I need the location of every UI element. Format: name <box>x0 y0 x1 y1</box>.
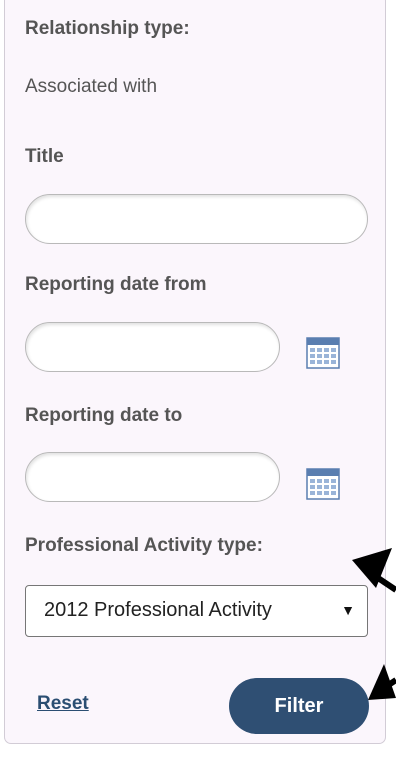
reset-link[interactable]: Reset <box>37 693 89 715</box>
reporting-date-from-input[interactable] <box>25 322 280 372</box>
professional-activity-type-select[interactable]: 2012 Professional Activity ▼ <box>25 585 368 637</box>
calendar-icon[interactable] <box>305 466 341 502</box>
title-input[interactable] <box>25 194 368 244</box>
filter-button[interactable]: Filter <box>229 678 369 734</box>
selected-activity-type: 2012 Professional Activity <box>44 599 272 621</box>
professional-activity-type-label: Professional Activity type: <box>25 535 263 556</box>
reporting-date-from-label: Reporting date from <box>25 274 207 295</box>
calendar-icon[interactable] <box>305 335 341 371</box>
reporting-date-to-label: Reporting date to <box>25 405 183 426</box>
dropdown-caret-icon: ▼ <box>341 602 355 618</box>
reporting-date-to-input[interactable] <box>25 452 280 502</box>
relationship-type-label: Relationship type: <box>25 18 190 39</box>
relationship-type-value: Associated with <box>25 76 158 97</box>
title-label: Title <box>25 146 64 167</box>
